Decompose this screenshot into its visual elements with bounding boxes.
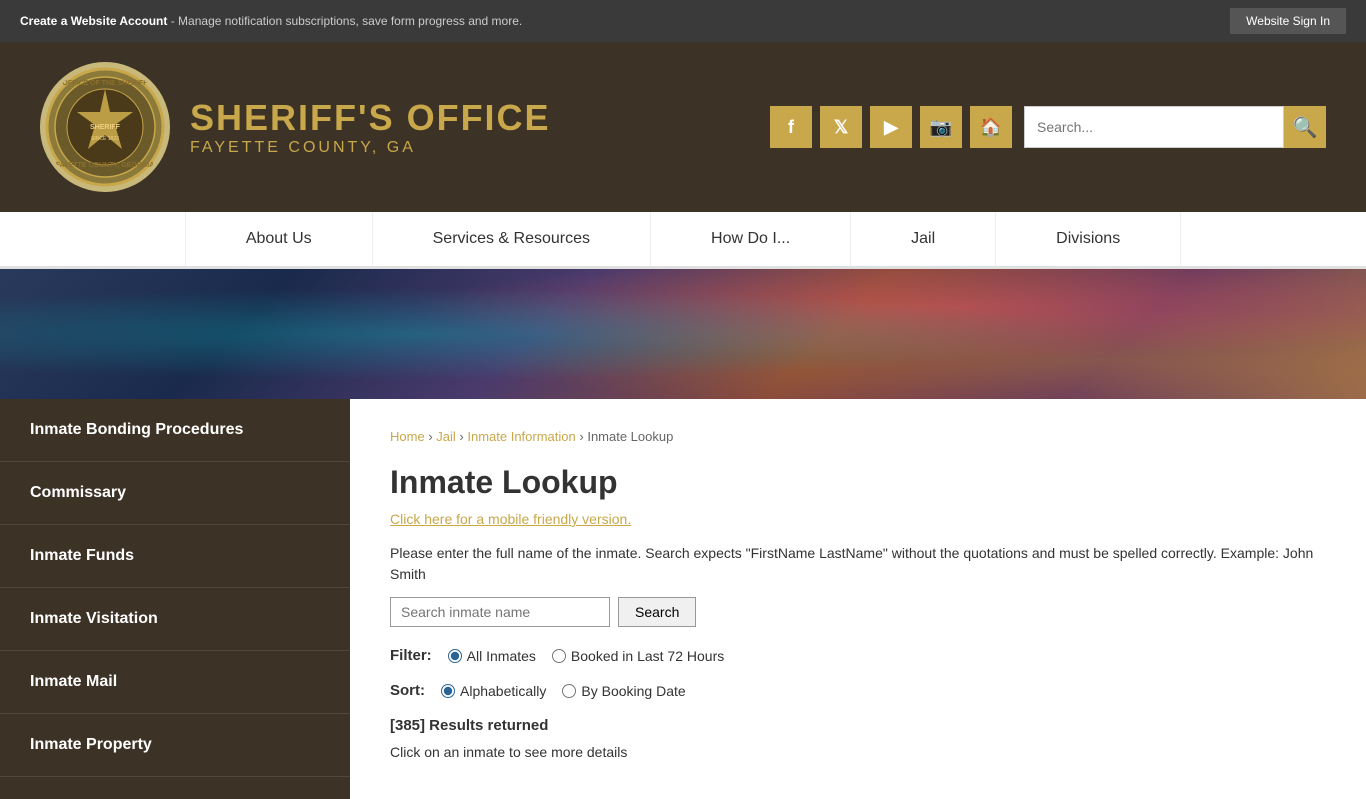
hero-image	[0, 269, 1366, 399]
sort-booking-date-label: By Booking Date	[581, 683, 685, 699]
nav-item-jail[interactable]: Jail	[851, 212, 996, 266]
click-instructions: Click on an inmate to see more details	[390, 744, 1326, 760]
sort-row: Sort: Alphabetically By Booking Date	[390, 682, 1326, 699]
breadcrumb-current: Inmate Lookup	[587, 429, 673, 444]
main-nav: About Us Services & Resources How Do I..…	[0, 212, 1366, 269]
nav-item-divisions[interactable]: Divisions	[996, 212, 1181, 266]
sort-booking-date[interactable]: By Booking Date	[562, 683, 685, 699]
svg-text:SINCE 1823: SINCE 1823	[91, 136, 119, 142]
svg-text:FAYETTE COUNTY, GEORGIA: FAYETTE COUNTY, GEORGIA	[56, 162, 155, 169]
filter-radio-group: All Inmates Booked in Last 72 Hours	[448, 648, 725, 664]
site-subtitle: FAYETTE COUNTY, GA	[190, 139, 551, 157]
breadcrumb-jail[interactable]: Jail	[436, 429, 456, 444]
header-title-block: SHERIFF'S OFFICE FAYETTE COUNTY, GA	[190, 97, 551, 157]
header-right-area: f 𝕏 ▶ 📷 🏠 🔍	[770, 106, 1326, 148]
svg-text:SHERIFF: SHERIFF	[90, 124, 121, 131]
inmate-search-row: Search	[390, 597, 1326, 627]
sort-alphabetically-label: Alphabetically	[460, 683, 546, 699]
header-search-input[interactable]	[1024, 106, 1284, 148]
header-search-bar: 🔍	[1024, 106, 1326, 148]
filter-booked-72[interactable]: Booked in Last 72 Hours	[552, 648, 724, 664]
header-search-button[interactable]: 🔍	[1284, 106, 1326, 148]
twitter-icon[interactable]: 𝕏	[820, 106, 862, 148]
youtube-icon[interactable]: ▶	[870, 106, 912, 148]
mobile-friendly-link[interactable]: Click here for a mobile friendly version…	[390, 511, 631, 527]
breadcrumb-home[interactable]: Home	[390, 429, 425, 444]
sidebar-item-inmate-bonding[interactable]: Inmate Bonding Procedures	[0, 399, 350, 462]
facebook-icon[interactable]: f	[770, 106, 812, 148]
sidebar-item-inmate-mail[interactable]: Inmate Mail	[0, 651, 350, 714]
breadcrumb-inmate-info[interactable]: Inmate Information	[467, 429, 575, 444]
top-banner: Create a Website Account - Manage notifi…	[0, 0, 1366, 42]
social-icons-group: f 𝕏 ▶ 📷 🏠	[770, 106, 1012, 148]
filter-booked-72-radio[interactable]	[552, 649, 566, 663]
search-description: Please enter the full name of the inmate…	[390, 543, 1326, 585]
site-header: OFFICE OF THE SHERIFF FAYETTE COUNTY, GE…	[0, 42, 1366, 212]
sidebar-item-commissary[interactable]: Commissary	[0, 462, 350, 525]
filter-all-inmates[interactable]: All Inmates	[448, 648, 536, 664]
filter-row: Filter: All Inmates Booked in Last 72 Ho…	[390, 647, 1326, 664]
nav-item-about-us[interactable]: About Us	[185, 212, 373, 266]
filter-all-inmates-label: All Inmates	[467, 648, 536, 664]
sidebar: Inmate Bonding Procedures Commissary Inm…	[0, 399, 350, 799]
results-count: [385] Results returned	[390, 717, 1326, 734]
sort-label: Sort:	[390, 682, 425, 699]
svg-text:OFFICE OF THE SHERIFF: OFFICE OF THE SHERIFF	[62, 80, 148, 87]
sheriff-seal-logo: OFFICE OF THE SHERIFF FAYETTE COUNTY, GE…	[40, 62, 170, 192]
main-layout: Inmate Bonding Procedures Commissary Inm…	[0, 399, 1366, 799]
site-title: SHERIFF'S OFFICE	[190, 97, 551, 139]
create-account-link[interactable]: Create a Website Account	[20, 14, 167, 28]
instagram-icon[interactable]: 📷	[920, 106, 962, 148]
sort-alphabetically-radio[interactable]	[441, 684, 455, 698]
main-content: Home › Jail › Inmate Information › Inmat…	[350, 399, 1366, 799]
filter-label: Filter:	[390, 647, 432, 664]
breadcrumb: Home › Jail › Inmate Information › Inmat…	[390, 429, 1326, 444]
sidebar-item-inmate-visitation[interactable]: Inmate Visitation	[0, 588, 350, 651]
sort-radio-group: Alphabetically By Booking Date	[441, 683, 686, 699]
banner-dash-text: - Manage notification subscriptions, sav…	[171, 14, 523, 28]
nav-item-services[interactable]: Services & Resources	[373, 212, 651, 266]
sidebar-item-inmate-funds[interactable]: Inmate Funds	[0, 525, 350, 588]
inmate-search-button[interactable]: Search	[618, 597, 696, 627]
filter-booked-72-label: Booked in Last 72 Hours	[571, 648, 724, 664]
nav-item-how-do-i[interactable]: How Do I...	[651, 212, 851, 266]
sort-alphabetically[interactable]: Alphabetically	[441, 683, 546, 699]
banner-text: Create a Website Account - Manage notifi…	[20, 14, 522, 28]
filter-all-inmates-radio[interactable]	[448, 649, 462, 663]
header-logo-area: OFFICE OF THE SHERIFF FAYETTE COUNTY, GE…	[40, 62, 551, 192]
page-title: Inmate Lookup	[390, 464, 1326, 501]
sort-booking-date-radio[interactable]	[562, 684, 576, 698]
sign-in-button[interactable]: Website Sign In	[1230, 8, 1346, 34]
home-icon[interactable]: 🏠	[970, 106, 1012, 148]
inmate-search-input[interactable]	[390, 597, 610, 627]
